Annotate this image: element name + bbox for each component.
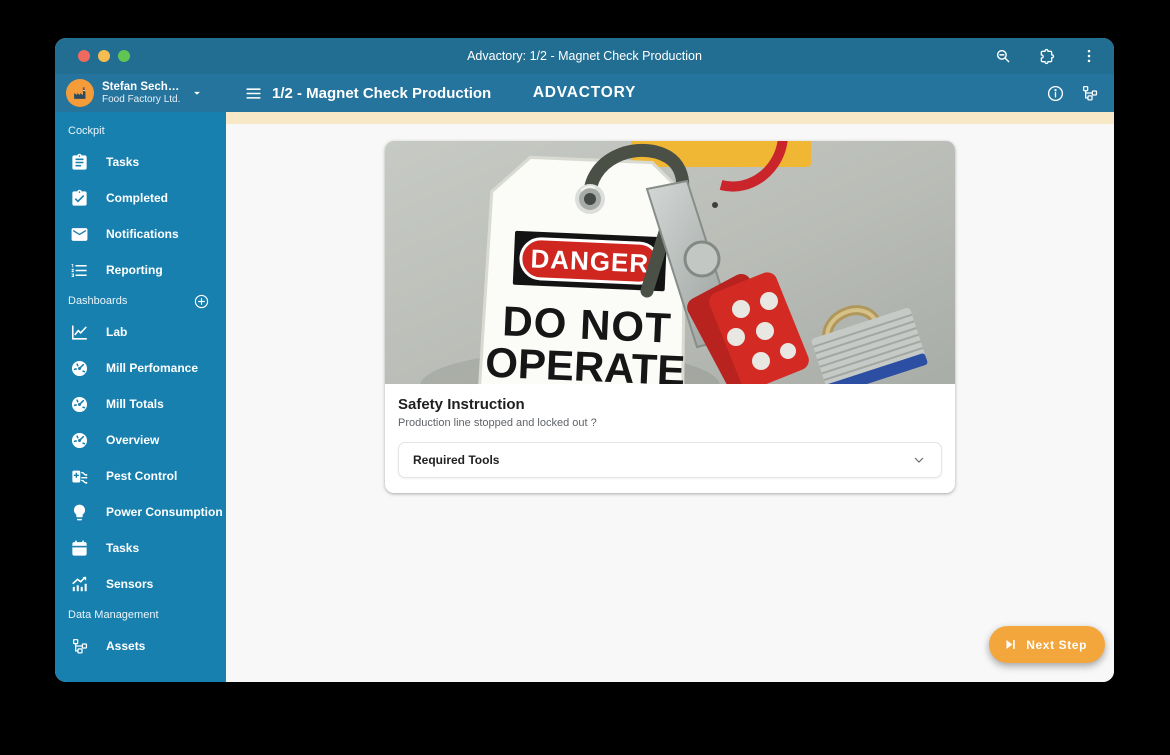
sidebar-item-label: Overview [106,433,159,447]
user-menu[interactable]: Stefan Sech… Food Factory Ltd. [55,79,226,107]
chevron-down-icon [911,452,927,468]
window-title: Advactory: 1/2 - Magnet Check Production [55,49,1114,63]
sidebar-section-data-management: Data Management [55,602,226,628]
line-chart-icon [70,323,89,342]
required-tools-accordion[interactable]: Required Tools [398,442,942,478]
factory-icon [72,85,89,102]
list-numbered-icon [70,261,89,280]
sidebar-item-label: Power Consumption [106,505,223,519]
content-area: DANGER DO NOT OPERATE [226,124,1114,682]
sidebar-item-tasks[interactable]: Tasks [55,530,226,566]
lockout-tagout-photo: DANGER DO NOT OPERATE [385,141,955,384]
lightbulb-icon [70,503,89,522]
clipboard-check-icon [70,189,89,208]
sidebar-section-label: Cockpit [68,125,105,137]
window-controls [78,50,130,62]
header-actions [1044,74,1101,112]
sidebar-item-label: Assets [106,639,145,653]
main-area: DANGER DO NOT OPERATE [226,112,1114,682]
schema-icon [70,637,89,656]
safety-instruction-card: DANGER DO NOT OPERATE [385,141,955,493]
minimize-button[interactable] [98,50,110,62]
mail-icon [70,225,89,244]
accent-strip [226,112,1114,124]
sidebar-item-label: Reporting [106,263,163,277]
sidebar-item-tasks[interactable]: Tasks [55,144,226,180]
sidebar-item-completed[interactable]: Completed [55,180,226,216]
extension-puzzle-icon[interactable] [1035,45,1057,67]
page-title: 1/2 - Magnet Check Production [272,85,491,102]
sidebar-item-label: Completed [106,191,168,205]
sidebar-item-label: Tasks [106,541,139,555]
gauge-icon [70,395,89,414]
sidebar-item-mill-totals[interactable]: Mill Totals [55,386,226,422]
sidebar-item-label: Pest Control [106,469,177,483]
sidebar-section-cockpit: Cockpit [55,118,226,144]
sidebar-section-label: Dashboards [68,295,127,307]
zoom-out-icon[interactable] [992,45,1014,67]
pest-control-icon [70,467,89,486]
sidebar-item-sensors[interactable]: Sensors [55,566,226,602]
sidebar-item-power-consumption[interactable]: Power Consumption [55,494,226,530]
sidebar-item-overview[interactable]: Overview [55,422,226,458]
app-window: Advactory: 1/2 - Magnet Check Production… [55,38,1114,682]
sidebar-item-mill-perfomance[interactable]: Mill Perfomance [55,350,226,386]
sidebar-item-reporting[interactable]: Reporting [55,252,226,288]
sidebar-item-label: Mill Totals [106,397,164,411]
sidebar-item-label: Mill Perfomance [106,361,198,375]
danger-tag-illustration: DANGER DO NOT OPERATE [385,141,955,384]
caret-down-icon [190,86,204,100]
schema-icon[interactable] [1079,82,1101,104]
skip-next-icon [1003,637,1018,652]
accordion-label: Required Tools [413,453,499,467]
next-step-label: Next Step [1026,638,1087,652]
sidebar-item-label: Lab [106,325,127,339]
sidebar-item-label: Notifications [106,227,179,241]
sidebar-item-label: Sensors [106,577,153,591]
danger-label: DANGER [530,243,650,278]
app-header: Stefan Sech… Food Factory Ltd. 1/2 - Mag… [55,74,1114,112]
gauge-icon [70,431,89,450]
sidebar-item-label: Tasks [106,155,139,169]
card-body: Safety Instruction Production line stopp… [385,384,955,493]
hamburger-menu-icon[interactable] [242,82,264,104]
close-button[interactable] [78,50,90,62]
sidebar-section-dashboards: Dashboards [55,288,226,314]
sidebar-section-label: Data Management [68,609,159,621]
calendar-icon [70,539,89,558]
card-title: Safety Instruction [398,396,942,413]
sidebar-item-pest-control[interactable]: Pest Control [55,458,226,494]
sidebar-item-notifications[interactable]: Notifications [55,216,226,252]
kebab-menu-icon[interactable] [1078,45,1100,67]
add-dashboard-button[interactable] [193,293,210,310]
next-step-button[interactable]: Next Step [989,626,1105,663]
titlebar-actions [992,38,1100,74]
titlebar: Advactory: 1/2 - Magnet Check Production [55,38,1114,74]
sidebar: Cockpit Tasks Completed Notifications Report… [55,112,226,682]
card-subtitle: Production line stopped and locked out ? [398,417,942,429]
fullscreen-button[interactable] [118,50,130,62]
sidebar-item-assets[interactable]: Assets [55,628,226,664]
user-text: Stefan Sech… Food Factory Ltd. [102,81,180,106]
gauge-icon [70,359,89,378]
avatar [66,79,94,107]
sensor-chart-icon [70,575,89,594]
user-name: Stefan Sech… [102,81,180,94]
clipboard-list-icon [70,153,89,172]
sidebar-item-lab[interactable]: Lab [55,314,226,350]
operate-label: OPERATE [484,339,686,384]
info-icon[interactable] [1044,82,1066,104]
user-org: Food Factory Ltd. [102,94,180,106]
